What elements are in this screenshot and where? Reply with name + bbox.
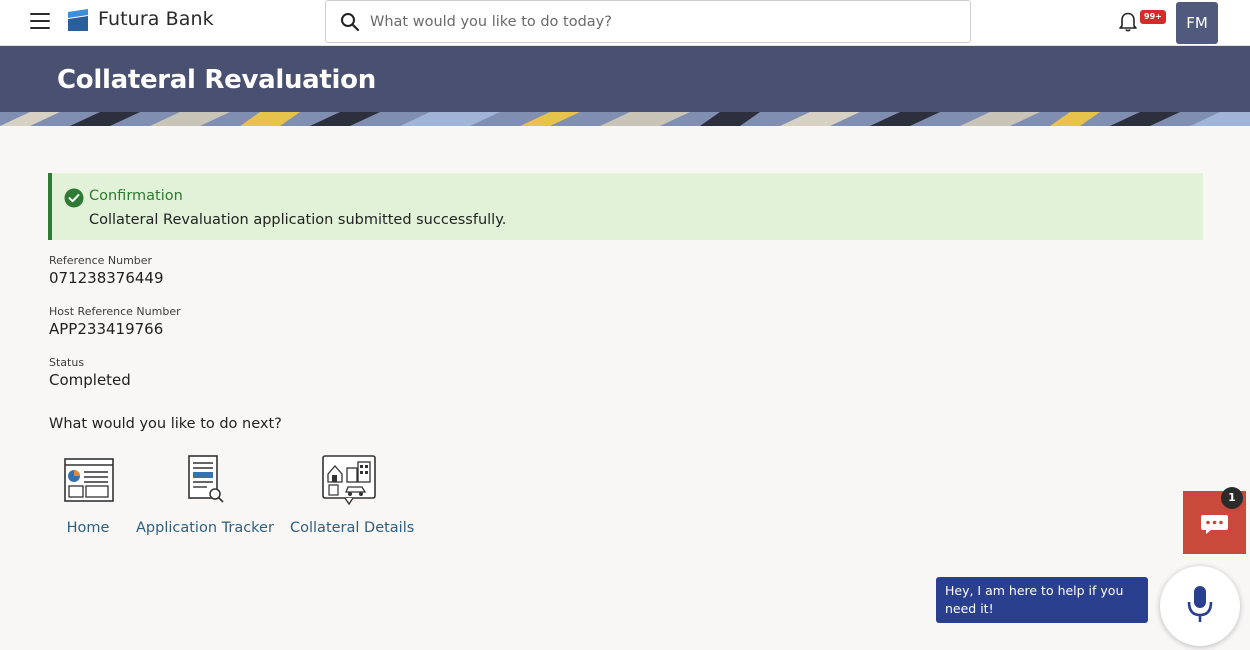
check-circle-icon [64,188,84,208]
top-bar: Futura Bank 99+ FM [0,0,1250,46]
next-actions-title: What would you like to do next? [49,416,282,432]
collateral-details-link-label: Collateral Details [290,520,415,536]
voice-assistant-button[interactable] [1160,566,1240,646]
search-icon [341,13,360,32]
page-banner: Collateral Revaluation [0,46,1250,126]
search-bar[interactable] [325,0,971,43]
status-label: Status [49,356,85,369]
status-value: Completed [49,371,131,389]
chat-unread-badge: 1 [1221,487,1243,509]
host-reference-number-value: APP233419766 [49,320,164,338]
application-tracker-link[interactable]: Application Tracker [136,454,274,540]
menu-icon[interactable] [30,13,50,29]
application-tracker-link-label: Application Tracker [136,520,274,536]
host-reference-number-label: Host Reference Number [49,305,181,318]
user-avatar[interactable]: FM [1176,2,1218,44]
notification-badge: 99+ [1140,10,1166,24]
brand-name: Futura Bank [98,8,214,30]
reference-number-label: Reference Number [49,254,153,267]
assistant-message-bubble: Hey, I am here to help if you need it! [936,577,1148,623]
page-title: Collateral Revaluation [57,65,376,95]
search-input[interactable] [370,11,950,33]
collateral-property-icon [322,455,376,506]
reference-number-value: 071238376449 [49,269,164,287]
home-link[interactable]: Home [58,454,118,540]
banner-pattern [0,112,1250,126]
home-dashboard-icon [64,458,114,502]
confirmation-title: Confirmation [89,188,183,204]
home-link-label: Home [66,520,110,536]
bank-logo-icon [68,9,88,31]
confirmation-banner: Confirmation Collateral Revaluation appl… [48,173,1203,240]
confirmation-message: Collateral Revaluation application submi… [89,212,507,228]
document-search-icon [187,455,224,503]
microphone-icon [1187,586,1213,622]
collateral-details-link[interactable]: Collateral Details [290,454,415,540]
notification-bell-icon[interactable] [1117,10,1139,32]
